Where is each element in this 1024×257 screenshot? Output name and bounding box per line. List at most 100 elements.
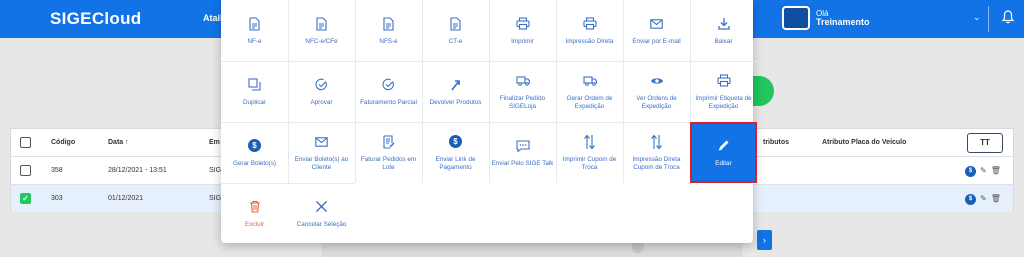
action-label: Editar — [715, 159, 732, 167]
edit-icon[interactable]: ✎ — [980, 195, 987, 203]
document-icon — [450, 16, 461, 32]
close-icon — [315, 199, 328, 215]
action-label: CT-e — [448, 37, 463, 45]
return-icon — [450, 77, 462, 93]
action-label: Gerar Ordem de Expedição — [566, 94, 613, 110]
user-avatar[interactable] — [782, 6, 810, 30]
trash-icon[interactable]: 🗑 — [991, 195, 1001, 203]
logo-suffix: Cloud — [91, 9, 142, 28]
action-enviar-boleto-s-ao-cliente-button[interactable]: Enviar Boleto(s) ao Cliente — [288, 122, 355, 183]
logo-text: SIGE — [50, 9, 92, 28]
check-icon — [315, 77, 328, 93]
action-label: NF-e — [247, 37, 262, 45]
action-imprimir-button[interactable]: Imprimir — [489, 0, 556, 61]
action-impressao-direta-button[interactable]: Impressão Direta — [556, 0, 623, 61]
row-checkbox[interactable] — [20, 165, 31, 176]
action-label: Devolver Produtos — [429, 98, 482, 106]
action-nfc-e-cfe-button[interactable]: NFC-e/CFe — [288, 0, 355, 61]
action-label: Duplicar — [242, 98, 267, 106]
bell-icon[interactable] — [1002, 10, 1014, 24]
pencil-icon — [717, 138, 730, 154]
money-glyph: $ — [449, 135, 462, 149]
action-baixar-button[interactable]: Baixar — [690, 0, 757, 61]
app-logo[interactable]: SIGECloud — [50, 9, 141, 29]
action-label: Faturar Pedidos em Lote — [360, 155, 417, 171]
check-icon — [382, 77, 395, 93]
action-label: Ver Ordens de Expedição — [636, 94, 677, 110]
action-nf-e-button[interactable]: NF-e — [221, 0, 288, 61]
action-devolver-produtos-button[interactable]: Devolver Produtos — [422, 61, 489, 122]
action-gerar-boleto-s-button[interactable]: $ Gerar Boleto(s) — [221, 122, 288, 183]
document-icon — [383, 16, 394, 32]
column-header-date[interactable]: Data ↑ — [108, 129, 129, 157]
download-icon — [717, 16, 730, 32]
row-checkbox-checked[interactable]: ✓ — [20, 193, 31, 204]
header-divider — [988, 6, 989, 32]
action-excluir-button[interactable]: Excluir — [221, 183, 288, 244]
action-enviar-por-e-mail-button[interactable]: Enviar por E-mail — [623, 0, 690, 61]
money-icon: $ — [449, 134, 462, 150]
action-aprovar-button[interactable]: Aprovar — [288, 61, 355, 122]
mail-icon — [315, 134, 328, 150]
row-actions: $ ✎ 🗑 — [965, 157, 1001, 185]
swap-arrows-icon — [583, 134, 596, 150]
action-label: Impressão Direta Cupom de Troca — [632, 155, 681, 171]
duplicate-icon — [248, 77, 261, 93]
action-nfs-e-button[interactable]: NFS-e — [355, 0, 422, 61]
column-header-company[interactable]: Em — [209, 129, 220, 157]
action-faturamento-parcial-button[interactable]: Faturamento Parcial — [355, 61, 422, 122]
action-ct-e-button[interactable]: CT-e — [422, 0, 489, 61]
row-date: 28/12/2021 - 13:51 — [108, 167, 167, 174]
action-imprimir-cupom-de-troca-button[interactable]: Imprimir Cupom de Troca — [556, 122, 623, 183]
edit-icon[interactable]: ✎ — [980, 167, 987, 175]
trash-icon — [249, 199, 261, 215]
select-all-checkbox[interactable] — [20, 137, 31, 148]
money-icon[interactable]: $ — [965, 193, 976, 205]
row-actions: $ ✎ 🗑 — [965, 185, 1001, 213]
swap-arrows-icon — [650, 134, 663, 150]
action-faturar-pedidos-em-lote-button[interactable]: Faturar Pedidos em Lote — [355, 122, 422, 183]
printer-icon — [582, 16, 597, 32]
row-code: 358 — [51, 167, 63, 174]
user-name[interactable]: Treinamento — [816, 17, 870, 27]
action-label: Baixar — [714, 37, 733, 45]
action-ver-ordens-de-expedicao-button[interactable]: Ver Ordens de Expedição — [623, 61, 690, 122]
action-finalizar-pedido-sigeloja-button[interactable]: Finalizar Pedido SIGELoja — [489, 61, 556, 122]
money-icon[interactable]: $ — [965, 165, 976, 177]
action-label: Excluir — [245, 220, 264, 228]
action-imprimir-etiqueta-de-expedicao-button[interactable]: Imprimir Etiqueta de Expedição — [690, 61, 757, 122]
action-label: NFC-e/CFe — [305, 37, 338, 45]
bulk-actions-panel: NF-e NFC-e/CFe NFS-e CT-e Imprimir Impressão … — [221, 0, 757, 244]
action-cancelar-selecao-button[interactable]: Cancelar Seleção — [288, 183, 355, 244]
action-enviar-link-de-pagamento-button[interactable]: $ Enviar Link de Pagamento — [422, 122, 489, 183]
printer-icon — [716, 73, 731, 89]
action-impressao-direta-cupom-de-troca-button[interactable]: Impressão Direta Cupom de Troca — [623, 122, 690, 183]
action-label: Aprovar — [310, 98, 333, 106]
column-header-plate-attribute[interactable]: Atributo Placa do Veículo — [822, 129, 906, 157]
action-label: Enviar Link de Pagamento — [435, 155, 476, 171]
action-label: Imprimir Cupom de Troca — [562, 155, 617, 171]
action-label: Gerar Boleto(s) — [232, 159, 277, 167]
next-page-button[interactable]: › — [757, 230, 772, 250]
trash-icon[interactable]: 🗑 — [991, 167, 1001, 175]
column-header-attributes[interactable]: tributos — [763, 129, 789, 157]
action-label: Imprimir Etiqueta de Expedição — [695, 94, 752, 110]
money-glyph: $ — [248, 139, 261, 153]
batch-invoice-icon — [382, 134, 395, 150]
chevron-down-icon[interactable]: ⌄ — [973, 12, 981, 23]
action-editar-button[interactable]: Editar — [690, 122, 757, 183]
money-icon: $ — [248, 138, 261, 154]
row-company: SIG — [209, 167, 222, 174]
action-label: Enviar Pelo SIGE Talk — [491, 159, 554, 167]
action-duplicar-button[interactable]: Duplicar — [221, 61, 288, 122]
printer-icon — [515, 16, 530, 32]
action-gerar-ordem-de-expedicao-button[interactable]: Gerar Ordem de Expedição — [556, 61, 623, 122]
action-label: Imprimir — [511, 37, 534, 45]
column-config-button[interactable]: TT — [967, 133, 1003, 153]
action-enviar-pelo-sige-talk-button[interactable]: Enviar Pelo SIGE Talk — [489, 122, 556, 183]
action-label: Cancelar Seleção — [296, 220, 347, 228]
column-header-code[interactable]: Código — [51, 129, 75, 157]
truck-icon — [515, 73, 530, 89]
truck-icon — [582, 73, 597, 89]
action-label: Enviar Boleto(s) ao Cliente — [294, 155, 349, 171]
